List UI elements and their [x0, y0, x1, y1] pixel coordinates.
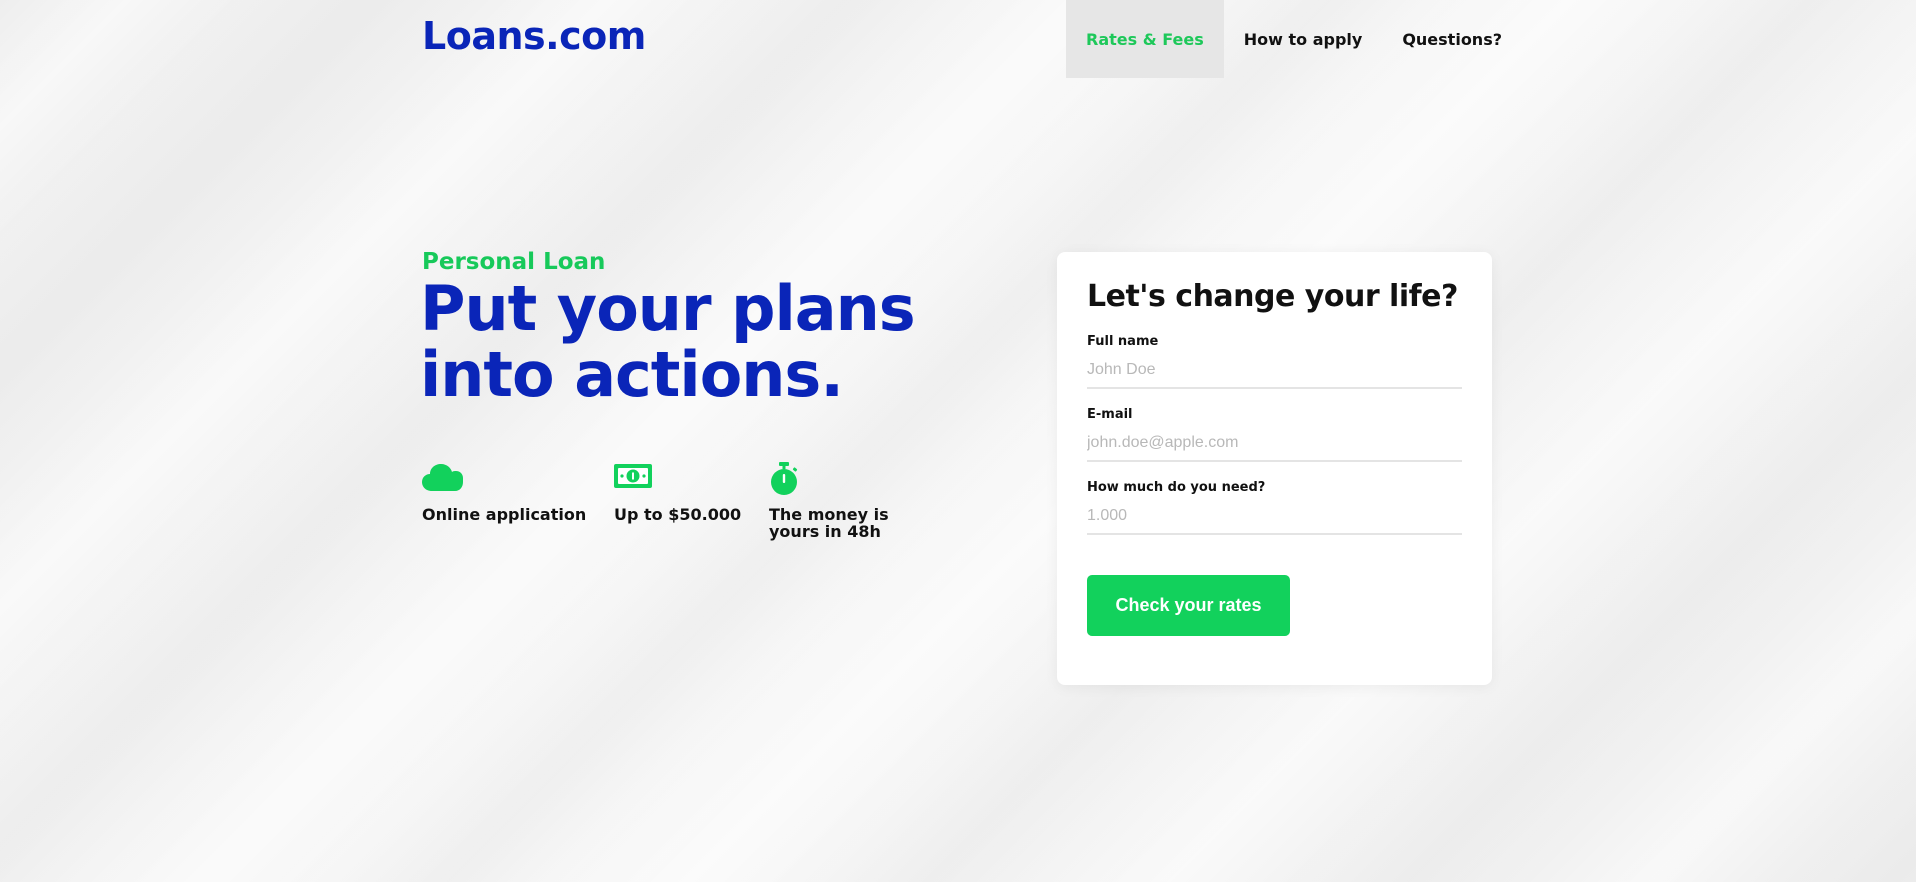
feature-list: Online application Up to $50.000 The mon… [422, 462, 899, 540]
money-bill-icon [614, 462, 769, 496]
amount-field-group: How much do you need? [1087, 480, 1462, 535]
feature-online-application: Online application [422, 462, 614, 540]
feature-timing: The money is yours in 48h [769, 462, 899, 540]
full-name-field-group: Full name [1087, 334, 1462, 389]
nav-item-questions[interactable]: Questions? [1382, 0, 1522, 78]
hero-headline: Put your plans into actions. [420, 272, 916, 411]
stopwatch-icon [769, 462, 899, 496]
check-rates-button[interactable]: Check your rates [1087, 575, 1290, 636]
main-nav: Rates & Fees How to apply Questions? [1066, 0, 1522, 78]
feature-label: Up to $50.000 [614, 505, 742, 524]
full-name-input[interactable] [1087, 357, 1462, 389]
feature-label: Online application [422, 505, 587, 524]
email-field-group: E-mail [1087, 407, 1462, 462]
nav-item-how-to-apply[interactable]: How to apply [1224, 0, 1383, 78]
email-input[interactable] [1087, 430, 1462, 462]
site-logo[interactable]: Loans.com [422, 14, 646, 58]
amount-label: How much do you need? [1087, 480, 1266, 495]
loan-form-card: Let's change your life? Full name E-mail… [1057, 252, 1492, 685]
cloud-icon [422, 462, 614, 496]
amount-input[interactable] [1087, 503, 1462, 535]
email-label: E-mail [1087, 407, 1133, 422]
nav-item-rates-fees[interactable]: Rates & Fees [1066, 0, 1224, 78]
feature-amount: Up to $50.000 [614, 462, 769, 540]
full-name-label: Full name [1087, 334, 1159, 349]
feature-label: The money is yours in 48h [769, 505, 889, 541]
form-title: Let's change your life? [1087, 279, 1458, 314]
landing-page: Loans.com Rates & Fees How to apply Ques… [0, 0, 1916, 882]
